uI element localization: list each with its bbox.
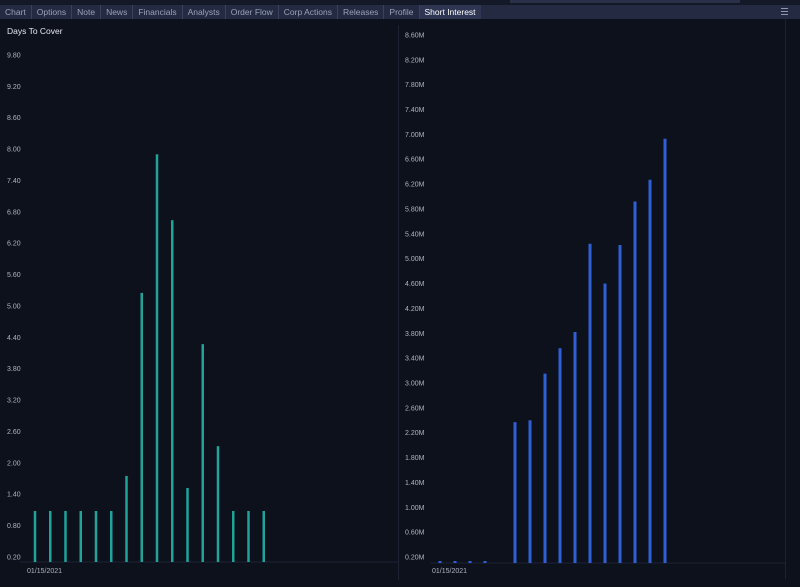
days-to-cover-bar[interactable] [156, 154, 159, 562]
short-interest-ytick: 3.40M [405, 356, 425, 363]
short-interest-ytick: 4.60M [405, 281, 425, 288]
days-to-cover-ytick: 0.20 [7, 555, 21, 562]
days-to-cover-ytick: 5.60 [7, 272, 21, 279]
short-interest-bar[interactable] [484, 561, 487, 563]
days-to-cover-ytick: 7.40 [7, 178, 21, 185]
short-interest-bar[interactable] [559, 348, 562, 563]
days-to-cover-ytick: 0.80 [7, 523, 21, 530]
days-to-cover-xlabel: 01/15/2021 [27, 568, 62, 575]
short-interest-bar[interactable] [529, 420, 532, 563]
days-to-cover-bar[interactable] [64, 511, 67, 562]
short-interest-ytick: 3.80M [405, 331, 425, 338]
short-interest-ytick: 7.80M [405, 82, 425, 89]
days-to-cover-bar[interactable] [202, 344, 205, 562]
days-to-cover-bar[interactable] [217, 446, 220, 562]
days-to-cover-bar[interactable] [171, 220, 174, 562]
short-interest-ytick: 6.60M [405, 157, 425, 164]
short-interest-ytick: 2.20M [405, 430, 425, 437]
days-to-cover-ytick: 9.20 [7, 84, 21, 91]
short-interest-ytick: 2.60M [405, 405, 425, 412]
days-to-cover-ytick: 5.00 [7, 303, 21, 310]
days-to-cover-ytick: 6.20 [7, 241, 21, 248]
short-interest-ytick: 7.40M [405, 107, 425, 114]
short-interest-ytick: 8.60M [405, 32, 425, 39]
short-interest-ytick: 8.20M [405, 57, 425, 64]
days-to-cover-ytick: 3.80 [7, 366, 21, 373]
short-interest-ytick: 0.20M [405, 555, 425, 562]
short-interest-ytick: 5.80M [405, 206, 425, 213]
short-interest-ytick: 5.40M [405, 231, 425, 238]
short-interest-bar[interactable] [469, 561, 472, 563]
charts-svg: 0.20 0.80 1.40 2.00 2.60 3.20 3.80 4.40 5.00 5.60… [0, 0, 800, 587]
short-interest-ytick: 6.20M [405, 182, 425, 189]
days-to-cover-bar[interactable] [49, 511, 52, 562]
days-to-cover-bar[interactable] [263, 511, 266, 562]
days-to-cover-ytick: 2.00 [7, 460, 21, 467]
short-interest-bar[interactable] [454, 561, 457, 563]
days-to-cover-ytick: 8.60 [7, 115, 21, 122]
short-interest-bar[interactable] [634, 202, 637, 563]
short-interest-ytick: 3.00M [405, 380, 425, 387]
days-to-cover-ytick: 1.40 [7, 492, 21, 499]
days-to-cover-bar[interactable] [125, 476, 128, 562]
short-interest-bar[interactable] [574, 332, 577, 563]
days-to-cover-bar[interactable] [186, 488, 189, 562]
short-interest-bar[interactable] [664, 139, 667, 563]
short-interest-ytick: 5.00M [405, 256, 425, 263]
days-to-cover-bar[interactable] [95, 511, 98, 562]
days-to-cover-bar[interactable] [80, 511, 83, 562]
days-to-cover-ytick: 6.80 [7, 209, 21, 216]
short-interest-ytick: 1.80M [405, 455, 425, 462]
days-to-cover-ytick: 9.80 [7, 52, 21, 59]
short-interest-ytick: 0.60M [405, 530, 425, 537]
short-interest-bar[interactable] [544, 374, 547, 563]
short-interest-ytick: 1.40M [405, 480, 425, 487]
days-to-cover-bar[interactable] [110, 511, 113, 562]
days-to-cover-bar[interactable] [34, 511, 37, 562]
days-to-cover-bar[interactable] [232, 511, 235, 562]
short-interest-bar[interactable] [439, 561, 442, 563]
days-to-cover-ytick: 2.60 [7, 429, 21, 436]
short-interest-ytick: 7.00M [405, 132, 425, 139]
short-interest-xlabel: 01/15/2021 [432, 568, 467, 575]
short-interest-ytick: 4.20M [405, 306, 425, 313]
short-interest-bar[interactable] [649, 180, 652, 563]
days-to-cover-bar[interactable] [141, 293, 144, 562]
short-interest-bar[interactable] [589, 244, 592, 563]
short-interest-bar[interactable] [604, 284, 607, 563]
short-interest-bar[interactable] [514, 422, 517, 563]
days-to-cover-bar[interactable] [247, 511, 250, 562]
days-to-cover-ytick: 3.20 [7, 398, 21, 405]
short-interest-ytick: 1.00M [405, 505, 425, 512]
days-to-cover-ytick: 4.40 [7, 335, 21, 342]
short-interest-bar[interactable] [619, 245, 622, 563]
days-to-cover-ytick: 8.00 [7, 147, 21, 154]
